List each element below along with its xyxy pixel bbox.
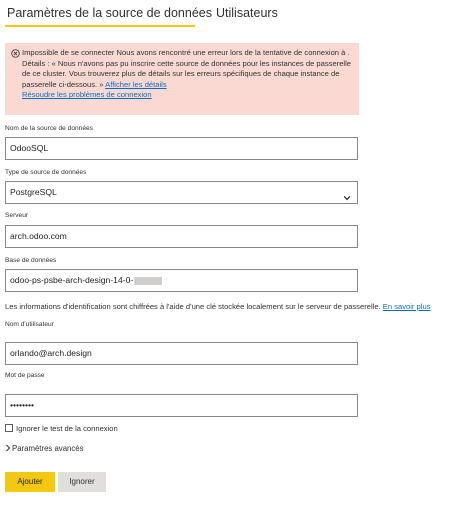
error-message: Impossible de se connecter Nous avons re… [22, 48, 352, 89]
datasource-name-input[interactable]: OdooSQL [5, 137, 358, 160]
skip-test-checkbox[interactable] [5, 424, 13, 432]
ignore-button[interactable]: Ignorer [58, 472, 106, 492]
chevron-down-icon [343, 189, 351, 201]
server-input[interactable]: arch.odoo.com [5, 225, 358, 248]
credentials-info: Les informations d'identification sont c… [5, 302, 474, 311]
troubleshoot-link[interactable]: Résoudre les problèmes de connexion [22, 90, 152, 99]
database-input[interactable]: odoo-ps-psbe-arch-design-14-0- [5, 269, 358, 292]
datasource-type-label: Type de source de données [5, 169, 87, 176]
learn-more-link[interactable]: En savoir plus [383, 302, 431, 311]
tab-datasource-settings[interactable]: Paramètres de la source de données [7, 6, 212, 20]
password-input[interactable]: •••••••• [5, 394, 358, 417]
tab-users[interactable]: Utilisateurs [216, 6, 278, 20]
credentials-info-text: Les informations d'identification sont c… [5, 302, 383, 311]
show-details-link[interactable]: Afficher les détails [105, 80, 166, 89]
add-button[interactable]: Ajouter [5, 472, 55, 492]
database-label: Base de données [5, 257, 57, 264]
advanced-settings-toggle[interactable]: Paramètres avancés [5, 444, 84, 453]
error-circle-icon [11, 49, 20, 58]
datasource-type-select[interactable]: PostgreSQL [5, 181, 358, 204]
error-banner: Impossible de se connecter Nous avons re… [5, 43, 359, 115]
chevron-right-icon [5, 444, 11, 452]
tab-bar: Paramètres de la source de données Utili… [0, 0, 474, 30]
datasource-type-value: PostgreSQL [10, 187, 57, 197]
server-label: Serveur [5, 212, 29, 219]
datasource-name-label: Nom de la source de données [5, 125, 93, 132]
redacted-blur [134, 276, 163, 285]
password-label: Mot de passe [5, 372, 45, 379]
username-input[interactable]: orlando@arch.design [5, 342, 358, 365]
active-tab-indicator [5, 25, 195, 27]
skip-test-label: Ignorer le test de la connexion [16, 424, 118, 433]
database-value: odoo-ps-psbe-arch-design-14-0- [10, 275, 134, 285]
username-label: Nom d'utilisateur [5, 321, 54, 328]
advanced-settings-label: Paramètres avancés [12, 444, 84, 453]
